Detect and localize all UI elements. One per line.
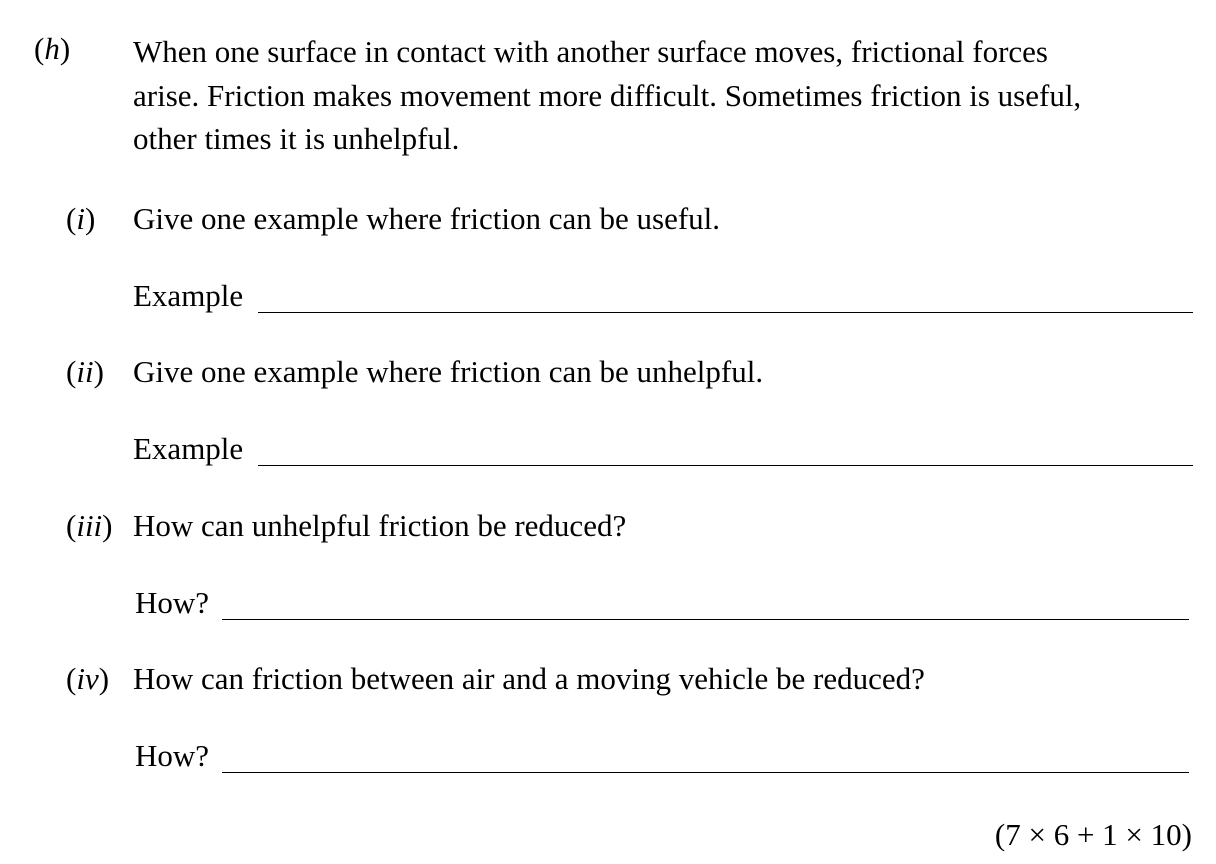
part-ii-prompt: Give one example where friction can be u… <box>133 354 764 389</box>
intro-line: arise. Friction makes movement more diff… <box>133 77 1082 113</box>
part-ii-label: (ii) <box>66 354 104 389</box>
part-iii-answer-field[interactable] <box>222 619 1189 620</box>
part-iv-prompt: How can friction between air and a movin… <box>133 661 925 696</box>
part-i-prompt: Give one example where friction can be u… <box>133 201 721 236</box>
part-i-answer-label: Example <box>133 278 244 313</box>
marks-allocation: (7 × 6 + 1 × 10) <box>994 817 1192 852</box>
part-iii-prompt: How can unhelpful friction be reduced? <box>133 508 627 543</box>
part-i-label: (i) <box>66 201 96 236</box>
intro-line: When one surface in contact with another… <box>133 34 1048 69</box>
question-label-letter: h <box>44 31 60 66</box>
question-intro: When one surface in contact with another… <box>133 30 1193 161</box>
part-iv-answer-field[interactable] <box>222 772 1189 773</box>
part-ii-answer-field[interactable] <box>258 465 1193 466</box>
part-iii-label: (iii) <box>66 508 113 543</box>
part-iii-answer-label: How? <box>135 585 210 620</box>
intro-line: other times it is unhelpful. <box>133 121 460 156</box>
question-label: (h) <box>34 31 71 66</box>
part-iv-label: (iv) <box>66 661 110 696</box>
part-i-answer-field[interactable] <box>258 312 1193 313</box>
part-ii-answer-label: Example <box>133 431 244 466</box>
part-iv-answer-label: How? <box>135 738 210 773</box>
